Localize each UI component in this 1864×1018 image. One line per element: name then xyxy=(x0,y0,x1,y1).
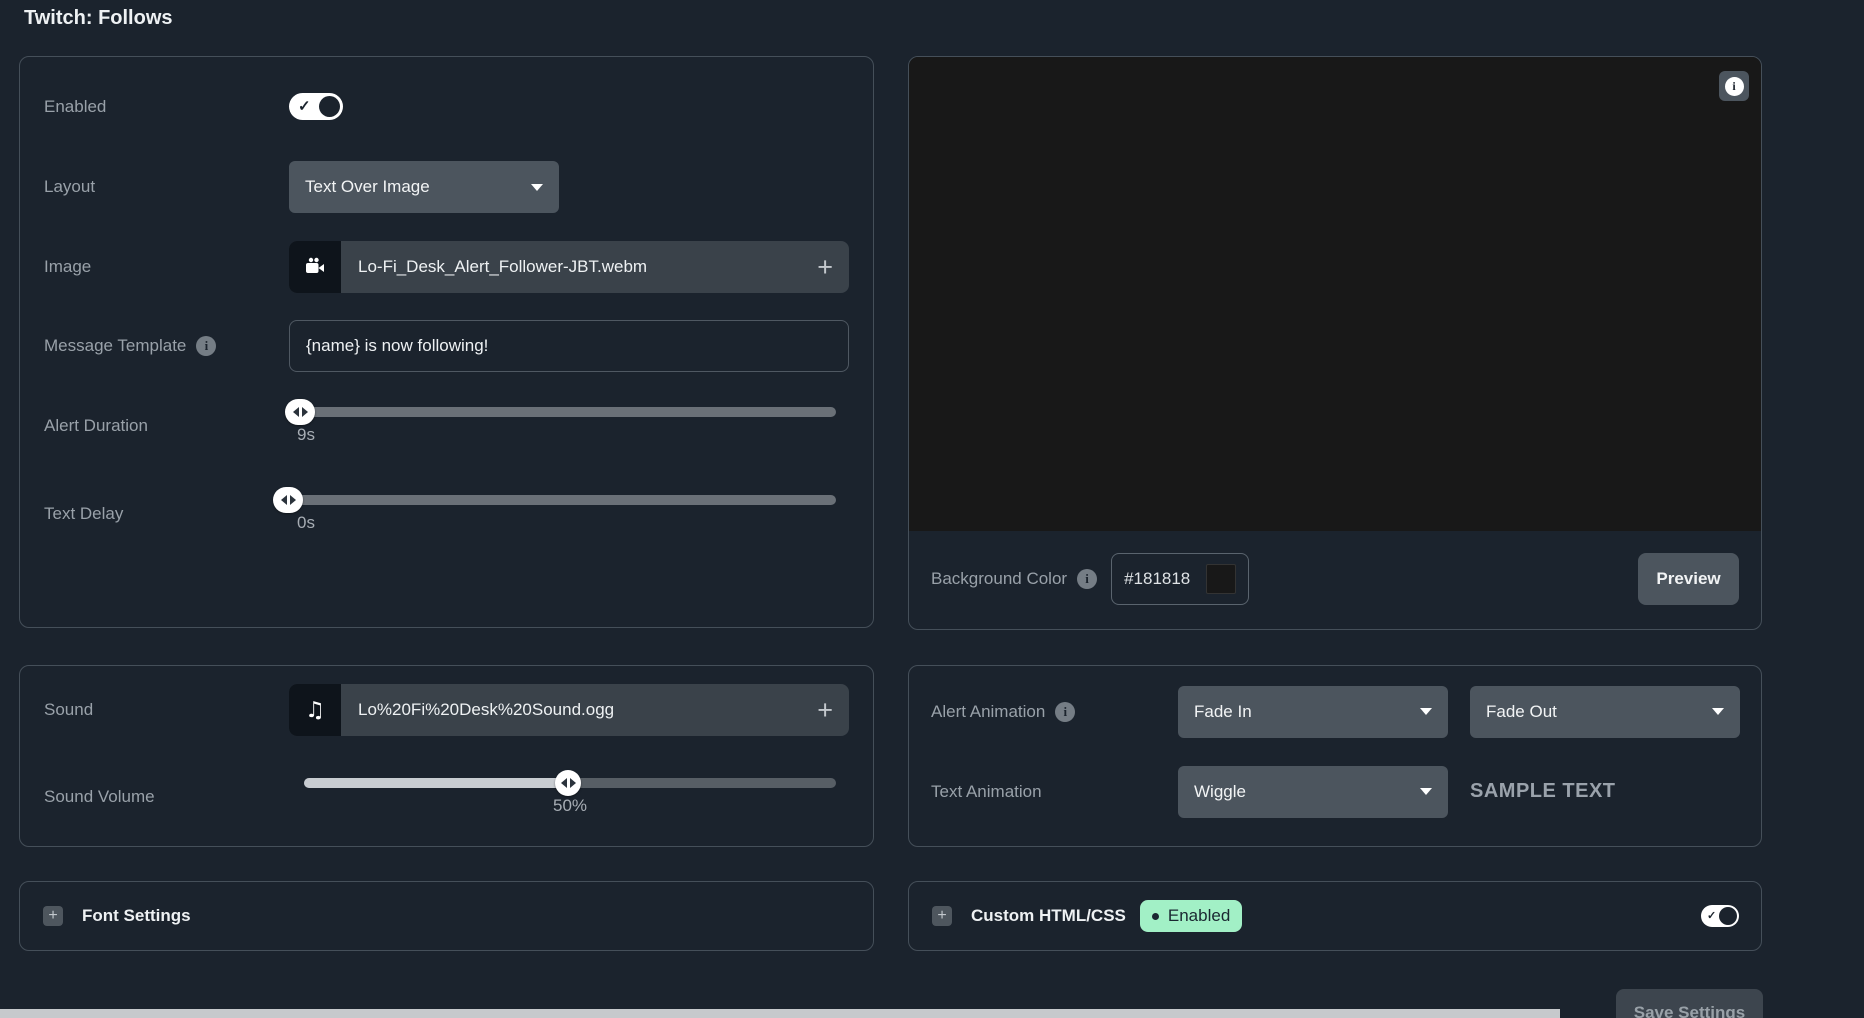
text-animation-dropdown[interactable]: Wiggle xyxy=(1178,766,1448,818)
sound-file-name: Lo%20Fi%20Desk%20Sound.ogg xyxy=(341,700,614,720)
message-template-label: Message Template xyxy=(44,336,186,356)
sound-label: Sound xyxy=(44,700,289,720)
text-delay-slider-handle[interactable] xyxy=(273,487,303,513)
preview-controls-bar: Background Color i #181818 Preview xyxy=(909,529,1761,629)
info-icon[interactable]: i xyxy=(1077,569,1097,589)
badge-label: Enabled xyxy=(1168,906,1230,926)
enabled-row: Enabled ✓ xyxy=(44,93,849,120)
music-note-icon: ♫ xyxy=(289,684,341,736)
sound-volume-slider[interactable] xyxy=(304,778,836,788)
background-color-hex: #181818 xyxy=(1124,569,1190,589)
message-template-input[interactable]: {name} is now following! xyxy=(289,320,849,372)
text-delay-label: Text Delay xyxy=(44,504,289,524)
alert-duration-slider-handle[interactable] xyxy=(285,399,315,425)
alert-duration-label: Alert Duration xyxy=(44,416,289,436)
toggle-knob xyxy=(1719,907,1737,925)
chevron-down-icon xyxy=(1712,708,1724,715)
image-file-name: Lo-Fi_Desk_Alert_Follower-JBT.webm xyxy=(341,257,647,277)
video-camera-icon xyxy=(289,241,341,293)
slider-arrows-icon xyxy=(293,407,299,417)
info-icon[interactable]: i xyxy=(196,336,216,356)
page-title: Twitch: Follows xyxy=(24,7,173,30)
alert-animation-row: Alert Animation i Fade In Fade Out xyxy=(931,685,1737,738)
enabled-toggle[interactable]: ✓ xyxy=(289,93,343,120)
sound-volume-row: Sound Volume 50% xyxy=(44,765,849,829)
enabled-badge: Enabled xyxy=(1140,900,1242,932)
sound-file-field[interactable]: ♫ Lo%20Fi%20Desk%20Sound.ogg + xyxy=(289,684,849,736)
background-color-input[interactable]: #181818 xyxy=(1111,553,1249,605)
image-file-field[interactable]: Lo-Fi_Desk_Alert_Follower-JBT.webm + xyxy=(289,241,849,293)
expand-icon[interactable]: + xyxy=(43,906,63,926)
layout-row: Layout Text Over Image xyxy=(44,161,849,213)
animation-card: Alert Animation i Fade In Fade Out Text … xyxy=(908,665,1762,847)
message-template-row: Message Template i {name} is now followi… xyxy=(44,320,849,372)
text-delay-value: 0s xyxy=(289,513,836,533)
chevron-down-icon xyxy=(1420,708,1432,715)
text-delay-row: Text Delay 0s xyxy=(44,482,849,546)
slider-arrows-icon xyxy=(281,495,287,505)
info-icon: i xyxy=(1725,77,1744,96)
text-delay-slider[interactable] xyxy=(289,495,836,505)
color-swatch[interactable] xyxy=(1206,564,1236,594)
expand-icon[interactable]: + xyxy=(932,906,952,926)
custom-html-card: + Custom HTML/CSS Enabled ✓ xyxy=(908,881,1762,951)
main-settings-card: Enabled ✓ Layout Text Over Image Image L… xyxy=(19,56,874,628)
sound-volume-label: Sound Volume xyxy=(44,787,289,807)
background-color-label: Background Color xyxy=(931,569,1067,589)
image-row: Image Lo-Fi_Desk_Alert_Follower-JBT.webm… xyxy=(44,241,849,293)
add-sound-button[interactable]: + xyxy=(817,697,849,724)
animation-out-value: Fade Out xyxy=(1486,702,1557,722)
alert-duration-slider[interactable] xyxy=(289,407,836,417)
alert-duration-value: 9s xyxy=(289,425,836,445)
image-label: Image xyxy=(44,257,289,277)
text-animation-row: Text Animation Wiggle SAMPLE TEXT xyxy=(931,765,1737,818)
layout-label: Layout xyxy=(44,177,289,197)
bottom-scroll-strip xyxy=(0,1009,1560,1018)
animation-in-value: Fade In xyxy=(1194,702,1252,722)
custom-html-toggle[interactable]: ✓ xyxy=(1701,905,1739,927)
preview-card: i Background Color i #181818 Preview xyxy=(908,56,1762,630)
text-animation-value: Wiggle xyxy=(1194,782,1246,802)
sound-volume-slider-handle[interactable] xyxy=(555,770,581,796)
alert-settings-page: Twitch: Follows Enabled ✓ Layout Text Ov… xyxy=(0,0,1864,1018)
alert-animation-label: Alert Animation xyxy=(931,702,1045,722)
sample-text-preview: SAMPLE TEXT xyxy=(1470,780,1616,803)
custom-html-title: Custom HTML/CSS xyxy=(971,906,1126,926)
preview-info-button[interactable]: i xyxy=(1719,71,1749,101)
message-template-value: {name} is now following! xyxy=(306,336,488,356)
alert-duration-row: Alert Duration 9s xyxy=(44,394,849,458)
font-settings-card: + Font Settings xyxy=(19,881,874,951)
slider-fill xyxy=(304,778,570,788)
save-settings-button[interactable]: Save Settings xyxy=(1616,989,1763,1018)
sound-volume-value: 50% xyxy=(304,796,836,816)
add-image-button[interactable]: + xyxy=(817,254,849,281)
toggle-knob xyxy=(319,96,340,117)
slider-arrows-icon xyxy=(561,778,567,788)
sound-card: Sound ♫ Lo%20Fi%20Desk%20Sound.ogg + Sou… xyxy=(19,665,874,847)
enabled-label: Enabled xyxy=(44,97,289,117)
chevron-down-icon xyxy=(531,184,543,191)
preview-button[interactable]: Preview xyxy=(1638,553,1739,605)
info-icon[interactable]: i xyxy=(1055,702,1075,722)
animation-in-dropdown[interactable]: Fade In xyxy=(1178,686,1448,738)
check-icon: ✓ xyxy=(1707,911,1716,922)
alert-preview-area: i xyxy=(909,57,1761,531)
chevron-down-icon xyxy=(1420,788,1432,795)
sound-row: Sound ♫ Lo%20Fi%20Desk%20Sound.ogg + xyxy=(44,684,849,736)
animation-out-dropdown[interactable]: Fade Out xyxy=(1470,686,1740,738)
layout-dropdown[interactable]: Text Over Image xyxy=(289,161,559,213)
check-icon: ✓ xyxy=(298,99,311,114)
font-settings-title: Font Settings xyxy=(82,906,191,926)
text-animation-label: Text Animation xyxy=(931,782,1178,802)
layout-dropdown-value: Text Over Image xyxy=(305,177,430,197)
badge-dot-icon xyxy=(1152,913,1159,920)
